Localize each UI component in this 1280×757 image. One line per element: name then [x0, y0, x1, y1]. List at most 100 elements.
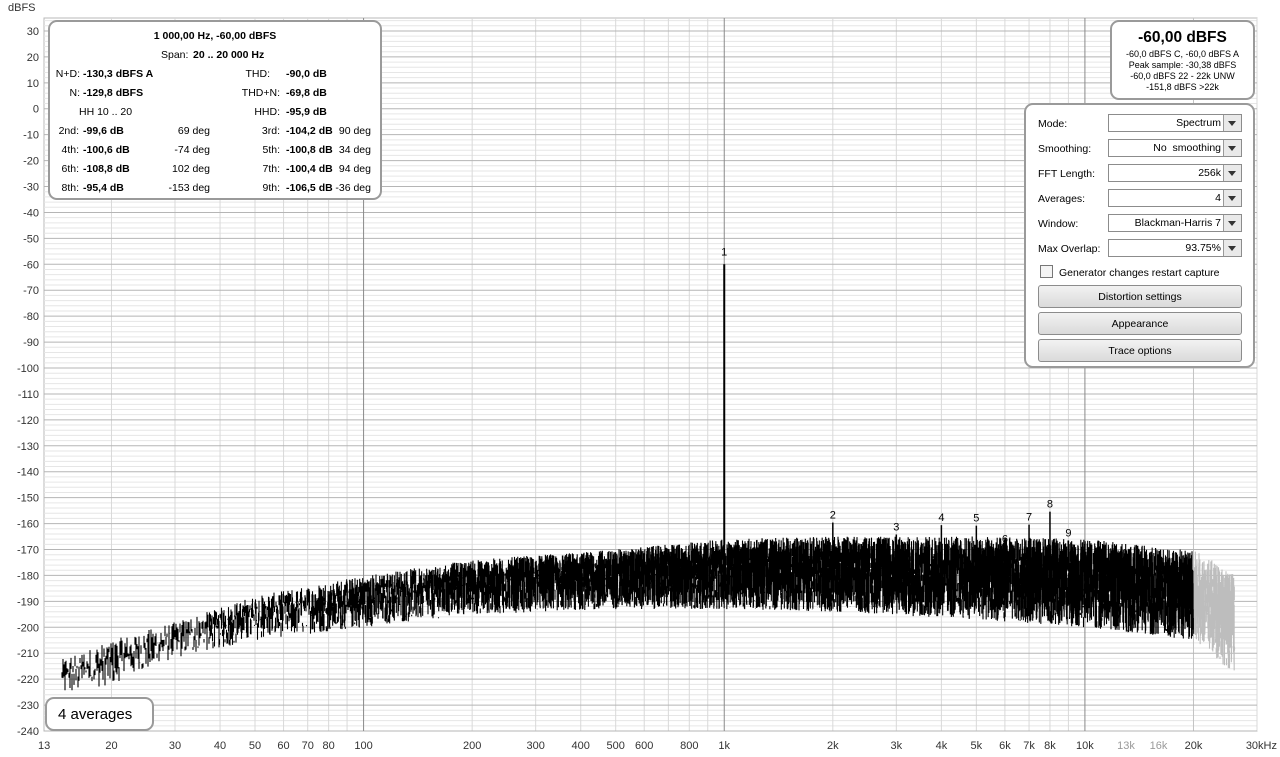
window-select[interactable]: Blackman-Harris 7 [1108, 214, 1242, 232]
harmonic-label: 3 [893, 521, 899, 533]
thdn-label: THD+N: [241, 87, 280, 99]
chevron-down-icon[interactable] [1223, 190, 1241, 206]
x-tick-label: 20 [105, 740, 117, 752]
averages-label: Averages: [1038, 193, 1086, 205]
y-axis-unit: dBFS [8, 2, 36, 14]
y-tick-label: -80 [23, 311, 39, 323]
h6-label: 6th: [61, 163, 79, 175]
y-tick-label: -10 [23, 130, 39, 142]
x-tick-label: 2k [827, 740, 839, 752]
mode-row: Mode: Spectrum [1038, 114, 1244, 134]
chevron-down-icon[interactable] [1223, 165, 1241, 181]
x-tick-label: 4k [936, 740, 948, 752]
h4-phase: -74 deg [174, 144, 210, 156]
h7-label: 7th: [262, 163, 280, 175]
averages-select[interactable]: 4 [1108, 189, 1242, 207]
x-tick-label: 30 [169, 740, 181, 752]
x-tick-label: 500 [606, 740, 624, 752]
y-tick-label: -120 [17, 415, 39, 427]
distortion-settings-button[interactable]: Distortion settings [1038, 285, 1242, 308]
x-tick-label: 10k [1076, 740, 1094, 752]
generator-restart-label: Generator changes restart capture [1059, 267, 1220, 279]
smoothing-value: No smoothing [1153, 142, 1221, 154]
overlap-select[interactable]: 93.75% [1108, 239, 1242, 257]
nd-value: -130,3 dBFS A [83, 68, 154, 80]
level-main: -60,00 dBFS [1138, 29, 1227, 46]
span-value: 20 .. 20 000 Hz [193, 49, 265, 61]
h8-label: 8th: [61, 182, 79, 194]
chevron-down-icon[interactable] [1223, 140, 1241, 156]
distortion-panel[interactable]: 1 000,00 Hz, -60,00 dBFS Span: 20 .. 20 … [48, 20, 382, 200]
x-tick-label: 7k [1023, 740, 1035, 752]
distortion-title: 1 000,00 Hz, -60,00 dBFS [153, 30, 277, 42]
h4-value: -100,6 dB [83, 144, 130, 156]
h6-value: -108,8 dB [83, 163, 130, 175]
y-tick-label: -170 [17, 545, 39, 557]
y-tick-label: -140 [17, 467, 39, 479]
h3-phase: 90 deg [338, 125, 371, 137]
appearance-button[interactable]: Appearance [1038, 312, 1242, 335]
x-tick-label: 13k [1117, 740, 1135, 752]
hhd-label: HHD: [254, 106, 280, 118]
y-tick-label: 30 [27, 26, 39, 38]
controls-panel: Mode: Spectrum Smoothing: No smoothing F… [1024, 103, 1255, 368]
chevron-down-icon[interactable] [1223, 240, 1241, 256]
hhd-value: -95,9 dB [286, 106, 327, 118]
harmonic-label: 7 [1026, 512, 1032, 524]
trace-options-button[interactable]: Trace options [1038, 339, 1242, 362]
h7-phase: 94 deg [338, 163, 371, 175]
harmonic-label: 4 [938, 512, 944, 524]
smoothing-row: Smoothing: No smoothing [1038, 139, 1244, 159]
y-tick-label: -190 [17, 596, 39, 608]
y-tick-label: -90 [23, 337, 39, 349]
harmonic-label: 6 [1002, 533, 1008, 545]
h9-phase: -36 deg [335, 182, 371, 194]
fft-value: 256k [1198, 167, 1221, 179]
h2-value: -99,6 dB [83, 125, 124, 137]
chevron-down-icon[interactable] [1223, 215, 1241, 231]
smoothing-label: Smoothing: [1038, 143, 1092, 155]
h4-label: 4th: [61, 144, 79, 156]
y-tick-label: -200 [17, 622, 39, 634]
y-tick-label: 0 [33, 104, 39, 116]
y-tick-label: -210 [17, 648, 39, 660]
x-axis-labels: 13 20 30 40 50 60 70 80 100 200 300 400 500 600 800 1k 2… [38, 740, 1277, 752]
x-tick-label: 60 [277, 740, 289, 752]
smoothing-select[interactable]: No smoothing [1108, 139, 1242, 157]
h6-phase: 102 deg [172, 163, 210, 175]
generator-restart-checkbox[interactable] [1040, 265, 1053, 278]
fft-length-select[interactable]: 256k [1108, 164, 1242, 182]
h8-phase: -153 deg [168, 182, 210, 194]
level-line: -60,0 dBFS C, -60,0 dBFS A [1125, 49, 1240, 59]
x-tick-label: 400 [572, 740, 590, 752]
window-label: Window: [1038, 218, 1079, 230]
chevron-down-icon[interactable] [1223, 115, 1241, 131]
h8-value: -95,4 dB [83, 182, 124, 194]
thd-value: -90,0 dB [286, 68, 327, 80]
x-tick-label: 40 [214, 740, 226, 752]
y-tick-label: -30 [23, 182, 39, 194]
x-tick-label: 5k [971, 740, 983, 752]
x-tick-label: 300 [526, 740, 544, 752]
x-tick-label: 600 [635, 740, 653, 752]
h3-label: 3rd: [261, 125, 280, 137]
x-tick-label: 20k [1185, 740, 1203, 752]
harmonic-label: 2 [830, 510, 836, 522]
y-tick-label: -150 [17, 493, 39, 505]
x-tick-label: 6k [999, 740, 1011, 752]
overlap-label: Max Overlap: [1038, 243, 1101, 255]
mode-select[interactable]: Spectrum [1108, 114, 1242, 132]
level-line: -151,8 dBFS >22k [1146, 82, 1219, 92]
level-line: Peak sample: -30,38 dBFS [1128, 60, 1237, 70]
overlap-row: Max Overlap: 93.75% [1038, 239, 1244, 259]
x-tick-label: 16k [1150, 740, 1168, 752]
x-tick-label: 3k [891, 740, 903, 752]
window-value: Blackman-Harris 7 [1134, 217, 1221, 229]
y-tick-label: 10 [27, 78, 39, 90]
y-tick-label: -40 [23, 207, 39, 219]
mode-label: Mode: [1038, 118, 1068, 130]
y-tick-label: 20 [27, 52, 39, 64]
x-tick-label: 50 [249, 740, 261, 752]
generator-restart-option[interactable]: Generator changes restart capture [1040, 265, 1220, 279]
harmonic-label: 8 [1047, 499, 1053, 511]
